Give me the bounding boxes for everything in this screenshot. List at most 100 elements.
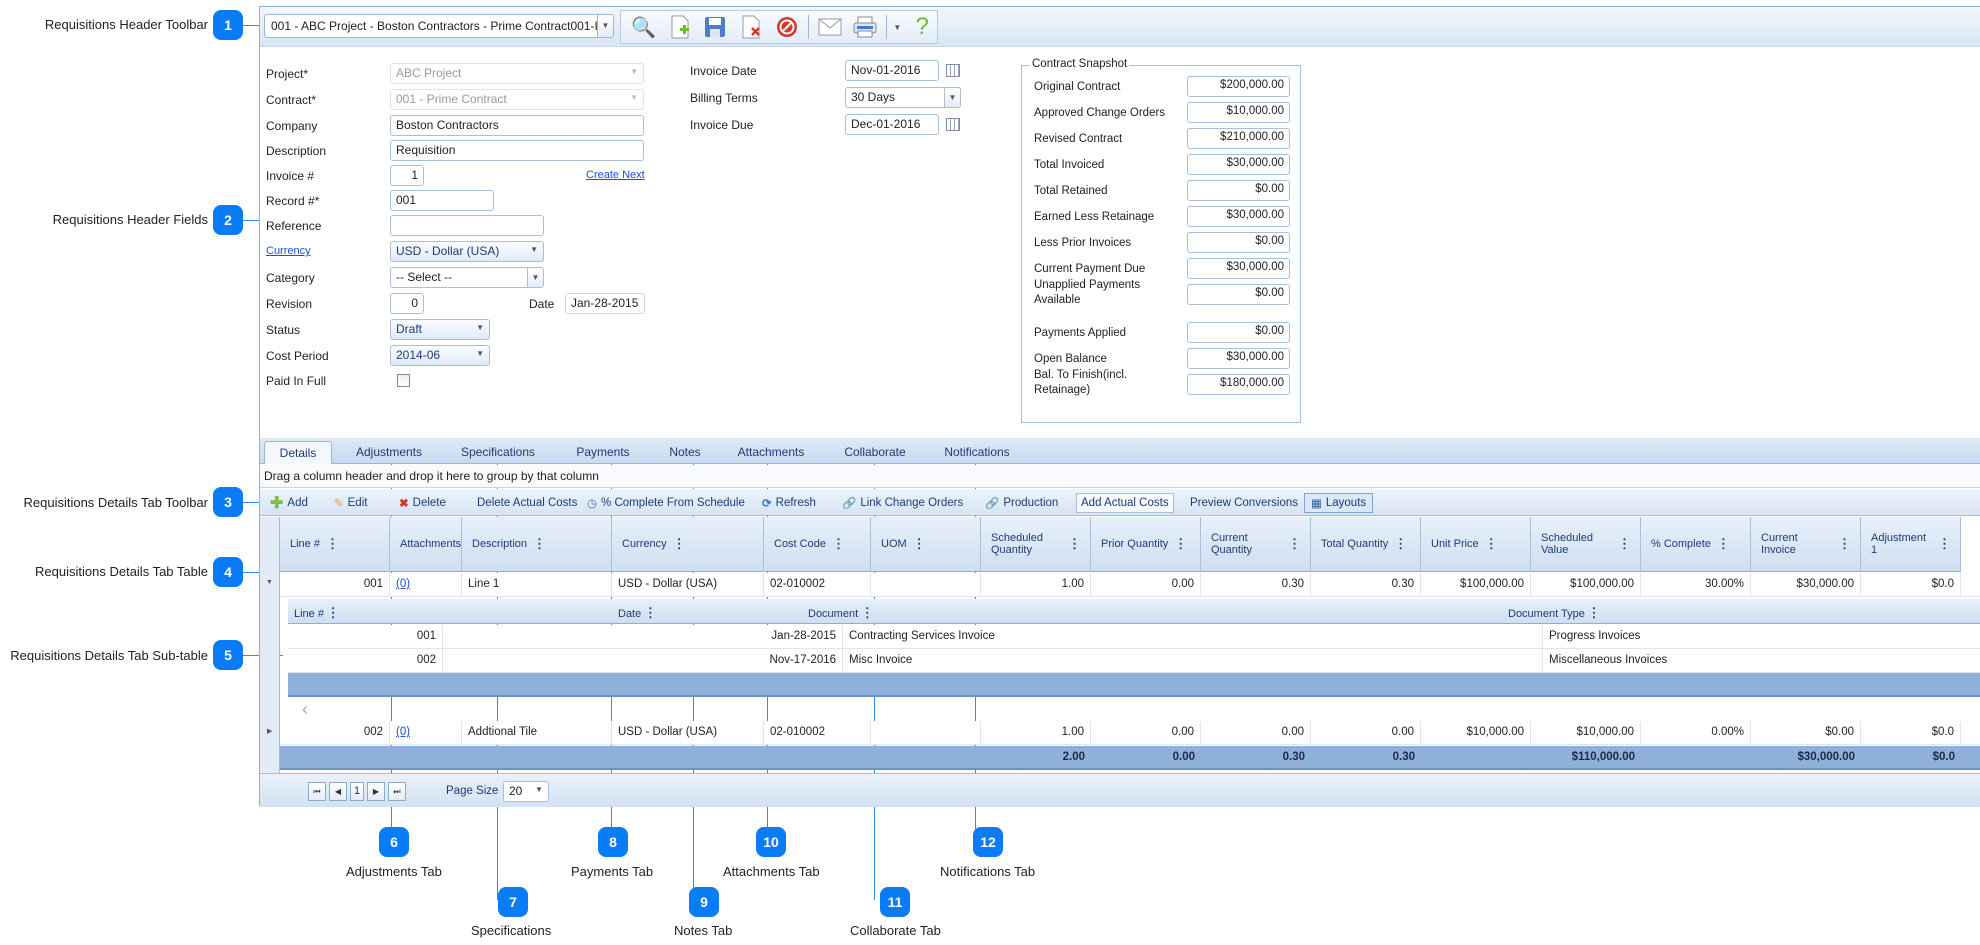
column-header[interactable]: Current Quantity ⋮ xyxy=(1201,517,1311,572)
save-icon[interactable] xyxy=(701,13,731,41)
column-header[interactable]: Cost Code ⋮ xyxy=(764,517,871,572)
create-next-link[interactable]: Create Next xyxy=(586,169,645,181)
column-menu-icon[interactable]: ⋮ xyxy=(1394,536,1407,552)
next-page-button[interactable]: ▶ xyxy=(367,782,385,801)
calendar-icon[interactable] xyxy=(946,118,960,131)
table-row[interactable]: 002 (0) Addtional Tile USD - Dollar (USA) 02… xyxy=(280,721,1980,745)
add-button[interactable]: ✚ Add xyxy=(270,493,308,513)
delete-actual-costs-button[interactable]: Delete Actual Costs xyxy=(477,493,577,513)
column-header[interactable]: Prior Quantity ⋮ xyxy=(1091,517,1201,572)
previous-page-button[interactable]: ◀ xyxy=(329,782,347,801)
subtable-column-header[interactable]: Document Type ⋮ xyxy=(1508,605,1600,621)
revision-field[interactable]: 0 xyxy=(390,293,424,314)
delete-document-icon[interactable] xyxy=(736,13,766,41)
email-icon[interactable] xyxy=(815,13,845,41)
production-button[interactable]: 🔗 Production xyxy=(985,493,1058,513)
column-menu-icon[interactable]: ⋮ xyxy=(1717,536,1730,552)
category-select[interactable]: -- Select -- ▼ xyxy=(390,267,544,288)
description-field[interactable]: Requisition xyxy=(390,140,644,161)
subtable-column-header[interactable]: Line # ⋮ xyxy=(294,605,340,621)
currency-select[interactable]: USD - Dollar (USA) ▼ xyxy=(390,241,544,262)
page-size-select[interactable]: 20 ▼ xyxy=(503,781,549,802)
column-menu-icon[interactable]: ⋮ xyxy=(324,605,340,620)
column-menu-icon[interactable]: ⋮ xyxy=(1288,536,1301,552)
cancel-icon[interactable] xyxy=(772,13,802,41)
record-select[interactable]: 001 - ABC Project - Boston Contractors -… xyxy=(264,14,614,38)
print-icon[interactable] xyxy=(851,13,881,41)
tab-attachments[interactable]: Attachments xyxy=(725,441,817,464)
record-number-field[interactable]: 001 xyxy=(390,190,494,211)
column-header[interactable]: Unit Price ⋮ xyxy=(1421,517,1531,572)
first-page-button[interactable]: ⏮ xyxy=(308,782,326,801)
column-header[interactable]: Description ⋮ xyxy=(462,517,612,572)
scroll-left-icon[interactable]: ‹ xyxy=(302,699,308,720)
column-header[interactable]: Total Quantity ⋮ xyxy=(1311,517,1421,572)
column-menu-icon[interactable]: ⋮ xyxy=(1068,536,1081,552)
column-header[interactable]: Currency ⋮ xyxy=(612,517,764,572)
table-row[interactable]: 001 (0) Line 1 USD - Dollar (USA) 02-010002 1… xyxy=(280,573,1980,597)
invoice-date-field[interactable]: Nov-01-2016 xyxy=(845,60,939,81)
paid-in-full-checkbox[interactable] xyxy=(397,374,410,387)
chevron-down-icon[interactable]: ▼ xyxy=(597,15,613,37)
column-menu-icon[interactable]: ⋮ xyxy=(1618,536,1631,552)
chevron-down-icon[interactable]: ▼ xyxy=(944,88,960,107)
column-header[interactable]: Adjustment 1 ⋮ xyxy=(1861,517,1961,572)
column-header[interactable]: Scheduled Quantity ⋮ xyxy=(981,517,1091,572)
column-header[interactable]: Line # ⋮ xyxy=(280,517,390,572)
column-header[interactable]: UOM ⋮ xyxy=(871,517,981,572)
column-menu-icon[interactable]: ⋮ xyxy=(326,536,339,552)
table-cell[interactable]: (0) xyxy=(390,721,462,745)
collapse-row-icon[interactable]: ▼ xyxy=(266,579,273,586)
current-page[interactable]: 1 xyxy=(350,782,364,801)
currency-link[interactable]: Currency xyxy=(266,245,311,257)
edit-button[interactable]: ✎ Edit xyxy=(334,493,367,513)
percent-complete-button[interactable]: ◷ % Complete From Schedule xyxy=(587,493,745,513)
tab-adjustments[interactable]: Adjustments xyxy=(344,441,434,464)
delete-button[interactable]: ✖ Delete xyxy=(399,493,446,513)
company-field[interactable]: Boston Contractors xyxy=(390,115,644,136)
calendar-icon[interactable] xyxy=(946,64,960,77)
add-actual-costs-button[interactable]: Add Actual Costs xyxy=(1076,493,1174,513)
expand-row-icon[interactable]: ▶ xyxy=(267,727,272,735)
layouts-button[interactable]: ▦ Layouts xyxy=(1304,493,1374,513)
date-field[interactable]: Jan-28-2015 xyxy=(565,293,645,314)
subtable-row[interactable]: 001 Jan-28-2015 Contracting Services Invoi… xyxy=(288,625,1980,649)
column-header[interactable]: % Complete ⋮ xyxy=(1641,517,1751,572)
status-select[interactable]: Draft ▼ xyxy=(390,319,490,340)
column-menu-icon[interactable]: ⋮ xyxy=(1174,536,1187,552)
preview-conversions-button[interactable]: Preview Conversions xyxy=(1190,493,1298,513)
column-menu-icon[interactable]: ⋮ xyxy=(913,536,926,552)
subtable-column-header[interactable]: Document ⋮ xyxy=(808,605,874,621)
print-dropdown-icon[interactable]: ▼ xyxy=(893,23,901,32)
billing-terms-select[interactable]: 30 Days ▼ xyxy=(845,87,961,108)
column-menu-icon[interactable]: ⋮ xyxy=(832,536,845,552)
search-icon[interactable]: 🔍 xyxy=(629,13,659,41)
chevron-down-icon[interactable]: ▼ xyxy=(527,268,543,287)
subtable-row[interactable]: 002 Nov-17-2016 Misc Invoice Miscellaneous … xyxy=(288,649,1980,673)
table-cell[interactable]: (0) xyxy=(390,573,462,597)
cost-period-select[interactable]: 2014-06 ▼ xyxy=(390,345,490,366)
link-change-orders-button[interactable]: 🔗 Link Change Orders xyxy=(842,493,963,513)
help-icon[interactable]: ? xyxy=(907,13,937,41)
tab-details[interactable]: Details xyxy=(264,441,332,464)
column-menu-icon[interactable]: ⋮ xyxy=(673,536,686,552)
refresh-button[interactable]: ⟳ Refresh xyxy=(762,493,816,513)
invoice-due-field[interactable]: Dec-01-2016 xyxy=(845,114,939,135)
tab-payments[interactable]: Payments xyxy=(563,441,643,464)
tab-collaborate[interactable]: Collaborate xyxy=(830,441,920,464)
tab-specifications[interactable]: Specifications xyxy=(450,441,546,464)
column-menu-icon[interactable]: ⋮ xyxy=(1938,536,1951,552)
column-menu-icon[interactable]: ⋮ xyxy=(1838,536,1851,552)
subtable-column-header[interactable]: Date ⋮ xyxy=(618,605,657,621)
column-menu-icon[interactable]: ⋮ xyxy=(533,536,546,552)
column-menu-icon[interactable]: ⋮ xyxy=(641,605,657,620)
group-by-drop-zone[interactable]: Drag a column header and drop it here to… xyxy=(260,465,1980,488)
column-header[interactable]: Attachments⋮ xyxy=(390,517,480,572)
column-header[interactable]: Scheduled Value ⋮ xyxy=(1531,517,1641,572)
column-header[interactable]: Current Invoice ⋮ xyxy=(1751,517,1861,572)
last-page-button[interactable]: ⏭ xyxy=(388,782,406,801)
table-cell[interactable] xyxy=(390,746,462,770)
reference-field[interactable] xyxy=(390,215,544,236)
column-menu-icon[interactable]: ⋮ xyxy=(858,605,874,620)
tab-notifications[interactable]: Notifications xyxy=(927,441,1027,464)
